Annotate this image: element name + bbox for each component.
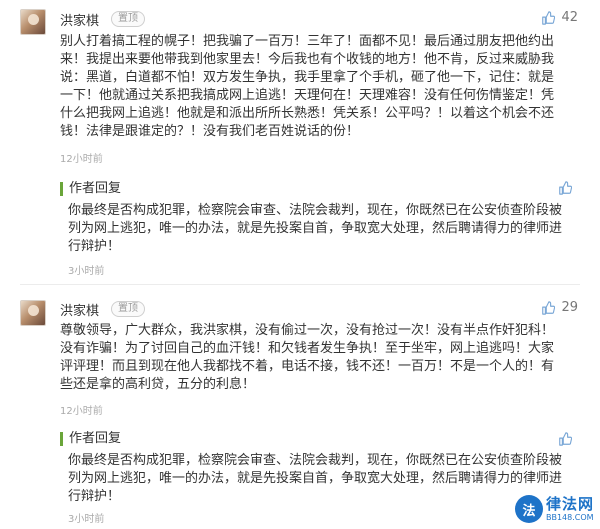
reply-timestamp: 3小时前: [68, 514, 105, 525]
comment-text: 尊敬领导，广大群众，我洪家棋，没有偷过一次，没有抢过一次！没有半点作奸犯科！ 没…: [60, 323, 555, 392]
comment-timestamp: 12小时前: [60, 154, 103, 165]
like-count: 29: [561, 300, 578, 315]
thumbs-up-icon: [542, 10, 556, 25]
watermark-logo-icon: 法: [514, 495, 543, 523]
comment-username[interactable]: 洪家棋: [60, 10, 99, 29]
watermark-name: 律法网: [545, 494, 594, 513]
avatar[interactable]: [20, 9, 46, 35]
reply-timestamp: 3小时前: [68, 266, 105, 277]
thumbs-up-icon[interactable]: [558, 181, 572, 195]
thumbs-up-icon: [542, 300, 556, 315]
avatar[interactable]: [20, 300, 46, 326]
comment-username[interactable]: 洪家棋: [60, 300, 99, 319]
comment-divider: [20, 284, 580, 285]
like-count: 42: [561, 10, 578, 25]
author-reply-text: 你最终是否构成犯罪，检察院会审查、法院会裁判，现在，你既然已在公安侦查阶段被 列…: [68, 453, 563, 504]
pinned-badge: 置顶: [111, 301, 145, 317]
author-reply-text: 你最终是否构成犯罪，检察院会审查、法院会裁判，现在，你既然已在公安侦查阶段被 列…: [68, 203, 563, 254]
watermark-url: BB148.COM: [545, 512, 594, 522]
like-button[interactable]: 29: [541, 300, 578, 315]
comment-timestamp: 12小时前: [60, 406, 103, 417]
comment-text: 别人打着搞工程的幌子！把我骗了一百万！三年了！面都不见！最后通过朋友把他约出 来…: [60, 34, 555, 139]
thumbs-up-icon[interactable]: [558, 432, 572, 446]
pinned-badge: 置顶: [111, 11, 145, 27]
like-button[interactable]: 42: [541, 10, 578, 25]
author-reply-label: 作者回复: [60, 432, 121, 446]
site-watermark: 法 律法网 BB148.COM: [514, 494, 594, 523]
author-reply-label: 作者回复: [60, 182, 121, 196]
